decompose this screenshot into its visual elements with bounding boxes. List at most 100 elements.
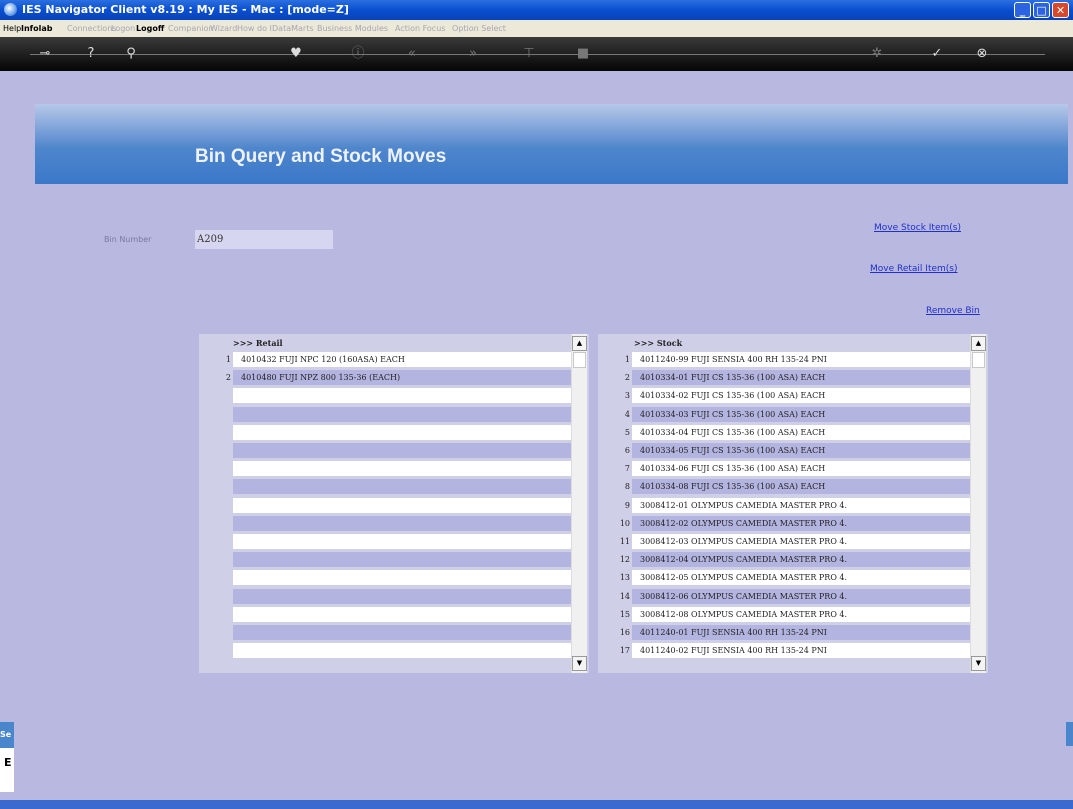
side-panel-tab[interactable]: Se E xyxy=(0,722,14,792)
list-item[interactable]: 14 3008412-06 OLYMPUS CAMEDIA MASTER PRO … xyxy=(598,588,970,604)
row-text[interactable] xyxy=(233,424,571,440)
row-text[interactable] xyxy=(233,479,571,495)
list-item[interactable]: 1 4011240-99 FUJI SENSIA 400 RH 135-24 PN… xyxy=(598,352,970,367)
row-text[interactable] xyxy=(233,552,571,568)
row-text[interactable]: 4010334-04 FUJI CS 135-36 (100 ASA) EACH xyxy=(632,424,970,440)
menu-item-3[interactable]: Logon xyxy=(111,24,135,33)
close-window-button[interactable]: ✕ xyxy=(1052,2,1069,18)
list-item[interactable] xyxy=(199,443,571,458)
list-item[interactable]: 3 4010334-02 FUJI CS 135-36 (100 ASA) EAC… xyxy=(598,388,970,404)
stock-scrollbar[interactable]: ▲ ▼ xyxy=(970,334,986,673)
row-text[interactable]: 4010480 FUJI NPZ 800 135-36 (EACH) xyxy=(233,370,571,386)
row-text[interactable]: 4011240-02 FUJI SENSIA 400 RH 135-24 PNI xyxy=(632,643,970,659)
list-item[interactable]: 9 3008412-01 OLYMPUS CAMEDIA MASTER PRO 4… xyxy=(598,497,970,513)
list-item[interactable] xyxy=(199,534,571,549)
row-text[interactable]: 3008412-04 OLYMPUS CAMEDIA MASTER PRO 4. xyxy=(632,552,970,568)
row-text[interactable] xyxy=(233,625,571,640)
row-text[interactable] xyxy=(233,406,571,422)
move-retail-link[interactable]: Move Retail Item(s) xyxy=(870,264,958,274)
list-item[interactable] xyxy=(199,424,571,440)
close-icon[interactable]: ⊗ xyxy=(973,45,991,63)
retail-scroll-up-button[interactable]: ▲ xyxy=(572,336,587,351)
row-text[interactable]: 4010334-01 FUJI CS 135-36 (100 ASA) EACH xyxy=(632,370,970,386)
menu-item-2[interactable]: Connections xyxy=(67,24,116,33)
row-text[interactable]: 4010334-03 FUJI CS 135-36 (100 ASA) EACH xyxy=(632,406,970,422)
row-text[interactable]: 3008412-03 OLYMPUS CAMEDIA MASTER PRO 4. xyxy=(632,534,970,549)
row-text[interactable]: 4011240-99 FUJI SENSIA 400 RH 135-24 PNI xyxy=(632,352,970,367)
row-text[interactable] xyxy=(233,461,571,477)
menu-item-5[interactable]: Companion xyxy=(168,24,214,33)
row-text[interactable] xyxy=(233,534,571,549)
list-item[interactable]: 16 4011240-01 FUJI SENSIA 400 RH 135-24 P… xyxy=(598,625,970,640)
list-item[interactable]: 1 4010432 FUJI NPC 120 (160ASA) EACH xyxy=(199,352,571,367)
list-item[interactable]: 4 4010334-03 FUJI CS 135-36 (100 ASA) EAC… xyxy=(598,406,970,422)
menu-item-0[interactable]: Help xyxy=(3,24,21,33)
row-text[interactable]: 4010334-06 FUJI CS 135-36 (100 ASA) EACH xyxy=(632,461,970,477)
list-item[interactable]: 17 4011240-02 FUJI SENSIA 400 RH 135-24 P… xyxy=(598,643,970,659)
retail-scroll-thumb[interactable] xyxy=(573,352,586,368)
search-icon[interactable]: ⚲ xyxy=(122,45,140,63)
minimize-button[interactable]: _ xyxy=(1014,2,1031,18)
stock-scroll-down-button[interactable]: ▼ xyxy=(971,656,986,671)
help-icon[interactable]: ? xyxy=(82,45,100,63)
list-item[interactable]: 11 3008412-03 OLYMPUS CAMEDIA MASTER PRO … xyxy=(598,534,970,549)
row-text[interactable]: 4010432 FUJI NPC 120 (160ASA) EACH xyxy=(233,352,571,367)
row-text[interactable] xyxy=(233,570,571,586)
gear-icon[interactable]: ✲ xyxy=(868,45,886,63)
list-item[interactable]: 13 3008412-05 OLYMPUS CAMEDIA MASTER PRO … xyxy=(598,570,970,586)
list-item[interactable] xyxy=(199,479,571,495)
list-item[interactable]: 2 4010480 FUJI NPZ 800 135-36 (EACH) xyxy=(199,370,571,386)
row-text[interactable] xyxy=(233,388,571,404)
stock-scroll-up-button[interactable]: ▲ xyxy=(971,336,986,351)
row-text[interactable] xyxy=(233,443,571,458)
retail-scrollbar[interactable]: ▲ ▼ xyxy=(571,334,587,673)
menu-item-6[interactable]: Wizard xyxy=(210,24,237,33)
list-item[interactable]: 5 4010334-04 FUJI CS 135-36 (100 ASA) EAC… xyxy=(598,424,970,440)
key-icon[interactable]: ⊸ xyxy=(36,45,54,63)
row-text[interactable]: 4010334-02 FUJI CS 135-36 (100 ASA) EACH xyxy=(632,388,970,404)
menu-item-7[interactable]: How do I xyxy=(237,24,272,33)
list-item[interactable]: 6 4010334-05 FUJI CS 135-36 (100 ASA) EAC… xyxy=(598,443,970,458)
menu-item-8[interactable]: DataMarts xyxy=(272,24,314,33)
stock-scroll-thumb[interactable] xyxy=(972,352,985,368)
list-item[interactable] xyxy=(199,588,571,604)
row-text[interactable]: 4010334-08 FUJI CS 135-36 (100 ASA) EACH xyxy=(632,479,970,495)
row-text[interactable] xyxy=(233,588,571,604)
list-item[interactable]: 15 3008412-08 OLYMPUS CAMEDIA MASTER PRO … xyxy=(598,606,970,622)
list-item[interactable] xyxy=(199,497,571,513)
list-item[interactable]: 7 4010334-06 FUJI CS 135-36 (100 ASA) EAC… xyxy=(598,461,970,477)
list-item[interactable]: 8 4010334-08 FUJI CS 135-36 (100 ASA) EAC… xyxy=(598,479,970,495)
menu-item-11[interactable]: Option Select xyxy=(452,24,506,33)
heart-icon[interactable]: ♥ xyxy=(287,45,305,63)
retail-scroll-down-button[interactable]: ▼ xyxy=(572,656,587,671)
list-item[interactable] xyxy=(199,406,571,422)
list-item[interactable] xyxy=(199,388,571,404)
check-icon[interactable]: ✓ xyxy=(928,45,946,63)
list-item[interactable] xyxy=(199,570,571,586)
list-item[interactable] xyxy=(199,515,571,531)
row-text[interactable] xyxy=(233,606,571,622)
list-item[interactable] xyxy=(199,625,571,640)
row-text[interactable]: 3008412-02 OLYMPUS CAMEDIA MASTER PRO 4. xyxy=(632,515,970,531)
maximize-button[interactable]: □ xyxy=(1033,2,1050,18)
row-text[interactable] xyxy=(233,497,571,513)
menu-item-4[interactable]: Logoff xyxy=(136,24,164,33)
menu-item-9[interactable]: Business Modules xyxy=(317,24,388,33)
row-text[interactable]: 3008412-05 OLYMPUS CAMEDIA MASTER PRO 4. xyxy=(632,570,970,586)
remove-bin-link[interactable]: Remove Bin xyxy=(926,306,980,316)
info-icon[interactable]: ⓘ xyxy=(349,45,367,63)
right-panel-tab[interactable] xyxy=(1066,722,1073,746)
menu-item-1[interactable]: Infolab xyxy=(21,24,53,33)
list-item[interactable]: 2 4010334-01 FUJI CS 135-36 (100 ASA) EAC… xyxy=(598,370,970,386)
forward-icon[interactable]: » xyxy=(464,45,482,63)
move-stock-link[interactable]: Move Stock Item(s) xyxy=(874,223,961,233)
list-item[interactable] xyxy=(199,643,571,659)
menu-item-10[interactable]: Action Focus xyxy=(395,24,445,33)
list-item[interactable]: 10 3008412-02 OLYMPUS CAMEDIA MASTER PRO … xyxy=(598,515,970,531)
row-text[interactable]: 4011240-01 FUJI SENSIA 400 RH 135-24 PNI xyxy=(632,625,970,640)
row-text[interactable]: 3008412-01 OLYMPUS CAMEDIA MASTER PRO 4. xyxy=(632,497,970,513)
list-item[interactable]: 12 3008412-04 OLYMPUS CAMEDIA MASTER PRO … xyxy=(598,552,970,568)
row-text[interactable]: 3008412-06 OLYMPUS CAMEDIA MASTER PRO 4. xyxy=(632,588,970,604)
list-item[interactable] xyxy=(199,461,571,477)
list-item[interactable] xyxy=(199,552,571,568)
